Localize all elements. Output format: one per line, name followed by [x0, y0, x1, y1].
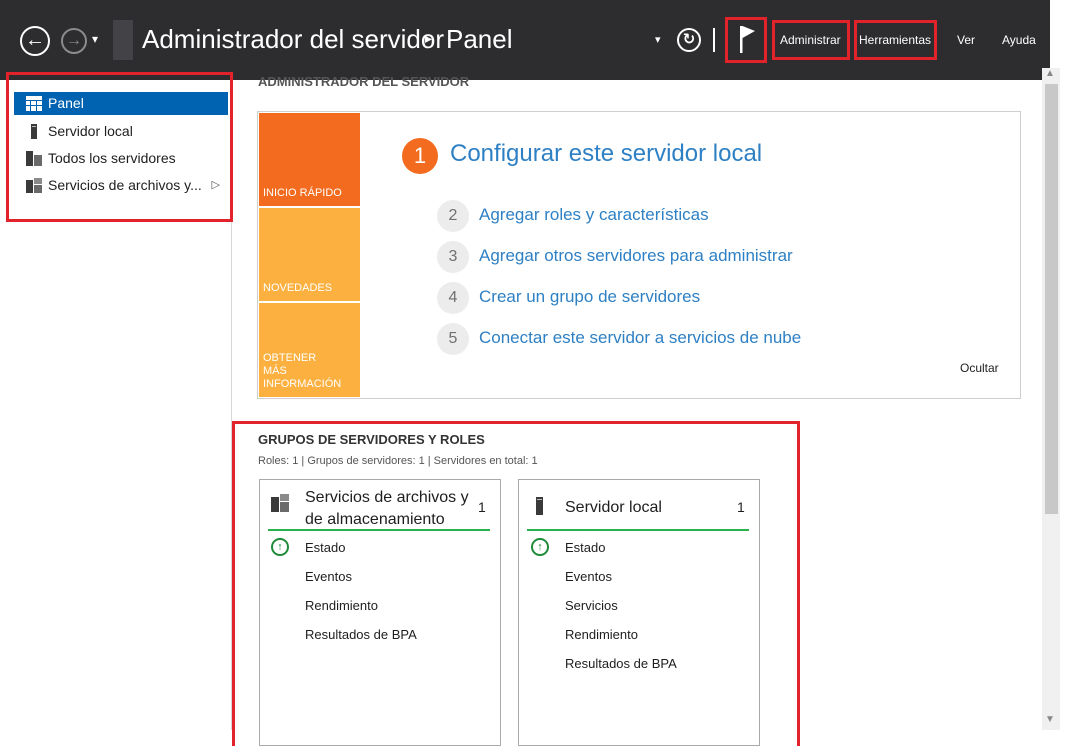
scroll-down-icon[interactable]: ▼	[1045, 714, 1055, 725]
step-number-badge: 5	[437, 323, 469, 355]
step-number-badge: 2	[437, 200, 469, 232]
tab-label: INICIO RÁPIDO	[263, 187, 342, 199]
step-link-add-roles[interactable]: Agregar roles y características	[479, 205, 709, 225]
highlight-box-flag	[725, 17, 767, 63]
tab-label: OBTENER MÁS INFORMACIÓN	[263, 352, 342, 390]
menu-ayuda[interactable]: Ayuda	[1002, 33, 1036, 47]
highlight-box-sidebar	[6, 72, 233, 222]
step-link-cloud-services[interactable]: Conectar este servidor a servicios de nu…	[479, 328, 801, 348]
forward-arrow-icon[interactable]: →	[61, 28, 87, 54]
tab-label: NOVEDADES	[263, 282, 333, 294]
tab-whats-new[interactable]: NOVEDADES	[259, 208, 360, 301]
highlight-box-groups	[232, 421, 800, 746]
scroll-up-icon[interactable]: ▲	[1045, 68, 1055, 79]
tab-learn-more[interactable]: OBTENER MÁS INFORMACIÓN	[259, 303, 360, 397]
menu-ver[interactable]: Ver	[957, 33, 975, 47]
breadcrumb-dropdown-icon[interactable]: ▾	[655, 33, 661, 46]
history-dropdown-icon[interactable]: ▾	[92, 32, 98, 46]
breadcrumb-page: Panel	[446, 24, 513, 54]
toolbar-divider	[713, 28, 715, 52]
breadcrumb-separator-icon: ▸	[425, 30, 433, 46]
refresh-icon[interactable]: ↻	[677, 28, 701, 52]
tab-quick-start[interactable]: INICIO RÁPIDO	[259, 113, 360, 206]
highlight-box-herramientas	[854, 20, 937, 60]
step-number-badge: 4	[437, 282, 469, 314]
step-number-badge: 3	[437, 241, 469, 273]
step-number-badge: 1	[402, 138, 438, 174]
page-title: ADMINISTRADOR DEL SERVIDOR	[258, 74, 470, 89]
highlight-box-administrar	[772, 20, 850, 60]
scrollbar-thumb[interactable]	[1045, 84, 1058, 514]
step-link-configure-local-server[interactable]: Configurar este servidor local	[450, 140, 762, 168]
back-arrow-icon[interactable]: ←	[20, 26, 50, 56]
step-link-add-servers[interactable]: Agregar otros servidores para administra…	[479, 246, 793, 266]
step-link-create-group[interactable]: Crear un grupo de servidores	[479, 287, 700, 307]
breadcrumb-app-title: Administrador del servidor	[142, 24, 445, 54]
hide-link[interactable]: Ocultar	[960, 361, 999, 375]
